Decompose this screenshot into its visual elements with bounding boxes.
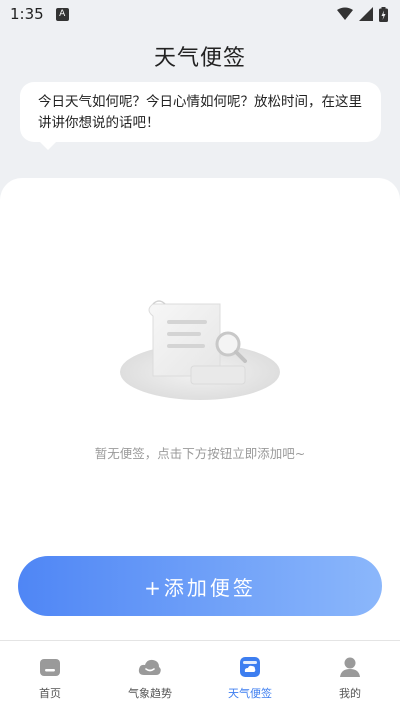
status-icons [337, 6, 388, 22]
tab-weather-notes-label: 天气便签 [228, 687, 272, 700]
status-time: 1:35 [10, 5, 44, 23]
status-bar: 1:35 A [0, 0, 400, 28]
empty-state-message: 暂无便签，点击下方按钮立即添加吧~ [94, 446, 306, 461]
notes-card: 暂无便签，点击下方按钮立即添加吧~ +添加便签 [0, 178, 400, 640]
note-icon [238, 655, 262, 679]
tab-profile-label: 我的 [339, 687, 361, 700]
person-icon [338, 655, 362, 679]
tab-weather-trend[interactable]: 气象趋势 [100, 641, 200, 712]
bubble-tail [38, 140, 58, 150]
tab-weather-notes[interactable]: 天气便签 [200, 641, 300, 712]
intro-bubble: 今日天气如何呢？今日心情如何呢？放松时间，在这里讲讲你想说的话吧！ [20, 82, 381, 142]
battery-icon [379, 6, 388, 22]
tab-weather-trend-label: 气象趋势 [128, 687, 172, 700]
notification-icon: A [55, 7, 69, 21]
bottom-tab-bar: 首页 气象趋势 天气便签 我的 [0, 640, 400, 712]
page-title: 天气便签 [153, 46, 246, 71]
home-icon [38, 655, 62, 679]
add-note-button[interactable]: +添加便签 [18, 556, 382, 616]
signal-icon [359, 7, 373, 21]
cloud-icon [138, 655, 162, 679]
tab-home[interactable]: 首页 [0, 641, 100, 712]
tab-home-label: 首页 [39, 687, 61, 700]
empty-notes-illustration [120, 300, 280, 400]
tab-profile[interactable]: 我的 [300, 641, 400, 712]
wifi-icon [337, 7, 353, 20]
